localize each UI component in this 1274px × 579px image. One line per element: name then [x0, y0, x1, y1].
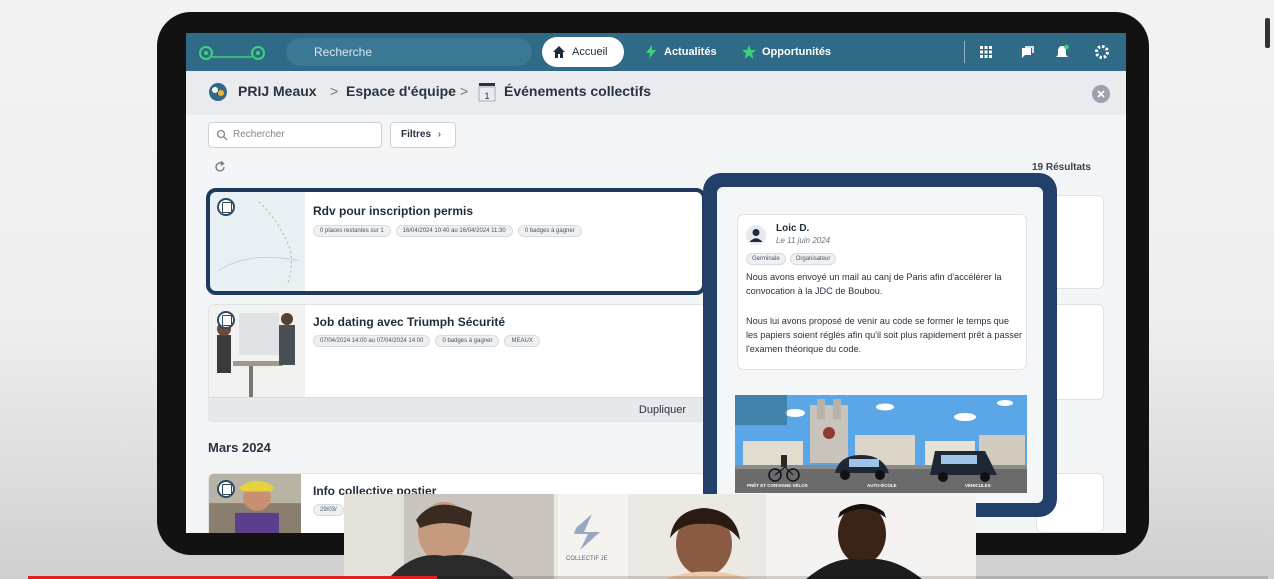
comment-text: Nous avons envoyé un mail au canj de Par… — [746, 272, 1002, 296]
comment-author[interactable]: Loic D. — [776, 223, 809, 234]
close-icon — [1097, 90, 1105, 98]
comment-tag: Organisateur — [789, 253, 837, 265]
event-chips: 29/03/ — [313, 504, 344, 516]
app-logo-icon[interactable] — [198, 45, 268, 61]
breadcrumb: PRIJ Meaux > Espace d'équipe > 1 Événeme… — [186, 71, 1126, 115]
event-title[interactable]: Job dating avec Triumph Sécurité — [313, 315, 505, 329]
user-icon — [749, 229, 763, 242]
duplicate-button[interactable]: Dupliquer — [208, 397, 706, 421]
breadcrumb-separator: > — [330, 83, 339, 99]
event-chips: 07/04/2024 14:00 au 07/04/2024 14:00 0 b… — [313, 335, 540, 347]
calendar-day-number: 1 — [484, 91, 489, 101]
gear-icon[interactable] — [1094, 44, 1110, 60]
results-count: 19 Résultats — [1032, 162, 1091, 173]
filters-button[interactable]: Filtres › — [390, 122, 456, 148]
illustration-label: AUTO-ÉCOLE — [867, 483, 897, 488]
nav-accueil[interactable]: Accueil — [542, 37, 624, 67]
page-title: Événements collectifs — [504, 83, 652, 99]
scrollbar-thumb[interactable] — [1265, 18, 1270, 48]
refresh-icon[interactable] — [214, 161, 226, 173]
organization-logo-icon — [209, 83, 227, 101]
breadcrumb-organization[interactable]: PRIJ Meaux — [238, 83, 317, 99]
focus-highlight-frame — [206, 188, 706, 295]
comment-tag: Germinale — [746, 253, 786, 265]
home-icon — [553, 46, 565, 58]
comment-date: Le 11 juin 2024 — [776, 236, 831, 245]
breadcrumb-separator: > — [460, 83, 469, 99]
comment-popup-content: Loic D. Le 11 juin 2024 Germinale Organi… — [717, 187, 1043, 503]
promo-illustration — [735, 395, 1027, 493]
global-search-input[interactable]: Recherche — [286, 38, 532, 66]
duplicate-label: Dupliquer — [638, 404, 686, 416]
top-navigation-bar: Recherche Accueil Actualités Opportunité… — [186, 33, 1126, 71]
calendar-badge-icon — [217, 311, 235, 329]
avatar — [746, 225, 766, 245]
event-chip: 29/03/ — [313, 504, 344, 516]
events-search-placeholder: Rechercher — [233, 129, 285, 140]
toolbar-divider — [964, 41, 965, 63]
event-chip: 0 badges à gagner — [435, 335, 500, 347]
nav-actualites[interactable]: Actualités — [644, 37, 717, 67]
webcam-participant-2: COLLECTIF JE — [554, 494, 766, 579]
global-search-label: Recherche — [314, 45, 373, 59]
event-chip: MEAUX — [504, 335, 540, 347]
breadcrumb-team-space[interactable]: Espace d'équipe — [346, 83, 456, 99]
app-screen: Recherche Accueil Actualités Opportunité… — [186, 33, 1126, 533]
webcam-participant-3 — [766, 494, 976, 579]
illustration-label: PRÊT ET CONVIGNE VÉLOS — [747, 483, 808, 488]
illustration-label: VÉHICULES — [965, 483, 991, 488]
bell-icon[interactable] — [1054, 44, 1070, 60]
month-section-title: Mars 2024 — [208, 440, 271, 455]
event-chip: 07/04/2024 14:00 au 07/04/2024 14:00 — [313, 335, 431, 347]
calendar-icon: 1 — [478, 83, 496, 102]
webcam-participant-1 — [344, 494, 554, 579]
nav-accueil-label: Accueil — [572, 46, 608, 58]
comment-tags: Germinale Organisateur — [746, 253, 837, 265]
events-search-input[interactable]: Rechercher — [208, 122, 382, 148]
chat-icon[interactable] — [1020, 44, 1036, 60]
comment-text: Nous lui avons proposé de venir au code … — [746, 316, 1022, 354]
calendar-badge-icon — [217, 480, 235, 498]
chevron-right-icon: › — [437, 129, 442, 140]
star-icon — [742, 45, 756, 59]
search-icon — [216, 129, 228, 141]
close-button[interactable] — [1092, 85, 1110, 103]
comment-card: Loic D. Le 11 juin 2024 Germinale Organi… — [737, 214, 1027, 370]
nav-opportunites[interactable]: Opportunités — [742, 37, 831, 67]
filters-label: Filtres — [401, 129, 432, 140]
apps-grid-icon[interactable] — [978, 44, 994, 60]
lightning-icon — [646, 45, 656, 59]
webcam-logo-text: COLLECTIF JE — [566, 556, 608, 562]
comment-popup: Loic D. Le 11 juin 2024 Germinale Organi… — [703, 173, 1057, 517]
